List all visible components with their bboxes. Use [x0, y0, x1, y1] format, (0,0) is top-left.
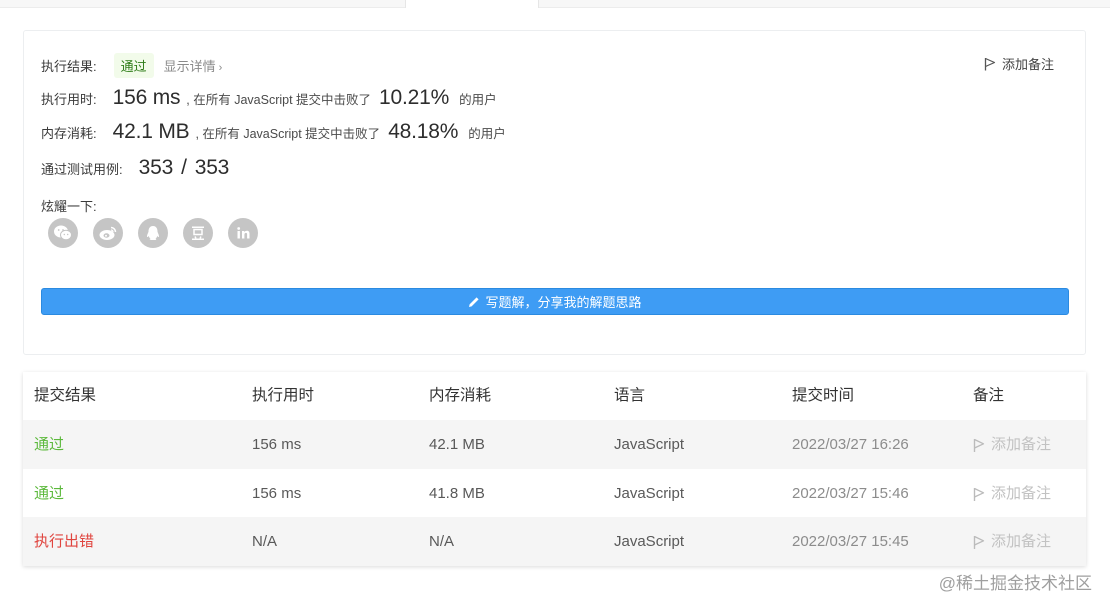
douban-icon[interactable] [183, 218, 213, 248]
runtime-percent: 10.21% [379, 86, 450, 109]
testcases-passed: 353 [138, 156, 174, 179]
header-time: 提交时间 [792, 387, 855, 404]
linkedin-icon[interactable] [228, 218, 258, 248]
flag-icon [984, 57, 996, 71]
memory-suffix: 的用户 [468, 127, 506, 141]
result-card: 执行结果: 通过 显示详情 › 添加备注 执行用时: 156 ms , 在所有 J… [23, 30, 1086, 355]
table-header: 提交结果 执行用时 内存消耗 语言 提交时间 备注 [23, 372, 1086, 420]
flag-icon [973, 487, 985, 501]
result-row: 执行结果: 通过 显示详情 › [41, 53, 222, 78]
active-tab[interactable] [405, 0, 539, 8]
runtime-row: 执行用时: 156 ms , 在所有 JavaScript 提交中击败了 10.… [41, 86, 497, 110]
share-label-row: 炫耀一下: [41, 196, 97, 215]
add-note-label: 添加备注 [991, 533, 1052, 550]
write-solution-label: 写题解，分享我的解题思路 [485, 295, 642, 310]
result-link[interactable]: 通过 [34, 420, 64, 469]
testcases-separator: / [181, 156, 187, 179]
runtime-label: 执行用时: [41, 92, 97, 107]
memory-mid-text: , 在所有 JavaScript 提交中击败了 [195, 127, 381, 141]
weibo-icon[interactable] [93, 218, 123, 248]
result-link[interactable]: 执行出错 [34, 517, 94, 566]
result-label: 执行结果: [41, 59, 97, 74]
runtime-mid-text: , 在所有 JavaScript 提交中击败了 [186, 93, 372, 107]
pencil-icon [468, 296, 480, 308]
time-cell: 2022/03/27 15:45 [792, 533, 909, 550]
language-cell: JavaScript [614, 436, 685, 453]
table-row: 执行出错 N/A N/A JavaScript 2022/03/27 15:45… [23, 517, 1086, 566]
header-runtime: 执行用时 [252, 387, 315, 404]
memory-row: 内存消耗: 42.1 MB , 在所有 JavaScript 提交中击败了 48… [41, 120, 506, 144]
chevron-right-icon: › [218, 62, 223, 74]
show-details-link[interactable]: 显示详情 › [164, 56, 223, 75]
memory-cell: N/A [429, 533, 455, 550]
runtime-value: 156 ms [112, 86, 181, 109]
language-cell: JavaScript [614, 533, 685, 550]
time-cell: 2022/03/27 15:46 [792, 485, 909, 502]
add-note-button[interactable]: 添加备注 [984, 54, 1054, 73]
time-cell: 2022/03/27 16:26 [792, 436, 909, 453]
flag-icon [973, 535, 985, 549]
watermark: @稀土掘金技术社区 [938, 574, 1092, 593]
add-note-button[interactable]: 添加备注 [973, 420, 1051, 469]
write-solution-button[interactable]: 写题解，分享我的解题思路 [41, 288, 1069, 315]
language-cell: JavaScript [614, 485, 685, 502]
testcases-row: 通过测试用例: 353 / 353 [41, 156, 235, 180]
memory-percent: 48.18% [388, 120, 459, 143]
header-note: 备注 [973, 387, 1005, 404]
memory-value: 42.1 MB [112, 120, 190, 143]
memory-label: 内存消耗: [41, 126, 97, 141]
header-result: 提交结果 [34, 387, 97, 404]
add-note-label: 添加备注 [991, 436, 1052, 453]
result-link[interactable]: 通过 [34, 469, 64, 518]
runtime-suffix: 的用户 [459, 93, 497, 107]
memory-cell: 42.1 MB [429, 436, 485, 453]
add-note-button[interactable]: 添加备注 [973, 517, 1051, 566]
table-row: 通过 156 ms 42.1 MB JavaScript 2022/03/27 … [23, 420, 1086, 469]
runtime-cell: 156 ms [252, 436, 302, 453]
share-buttons [48, 218, 258, 248]
testcases-total: 353 [194, 156, 230, 179]
share-label: 炫耀一下: [41, 199, 97, 214]
qq-icon[interactable] [138, 218, 168, 248]
memory-cell: 41.8 MB [429, 485, 485, 502]
wechat-icon[interactable] [48, 218, 78, 248]
submission-table: 提交结果 执行用时 内存消耗 语言 提交时间 备注 通过 156 ms 42.1… [23, 372, 1086, 566]
runtime-cell: 156 ms [252, 485, 302, 502]
top-tab-strip [0, 0, 1110, 8]
add-note-button[interactable]: 添加备注 [973, 469, 1051, 518]
testcases-label: 通过测试用例: [41, 162, 123, 177]
add-note-label: 添加备注 [1002, 57, 1055, 72]
flag-icon [973, 438, 985, 452]
header-memory: 内存消耗 [429, 387, 492, 404]
header-language: 语言 [614, 387, 646, 404]
add-note-label: 添加备注 [991, 485, 1052, 502]
status-badge: 通过 [113, 53, 154, 78]
runtime-cell: N/A [252, 533, 278, 550]
table-row: 通过 156 ms 41.8 MB JavaScript 2022/03/27 … [23, 469, 1086, 518]
